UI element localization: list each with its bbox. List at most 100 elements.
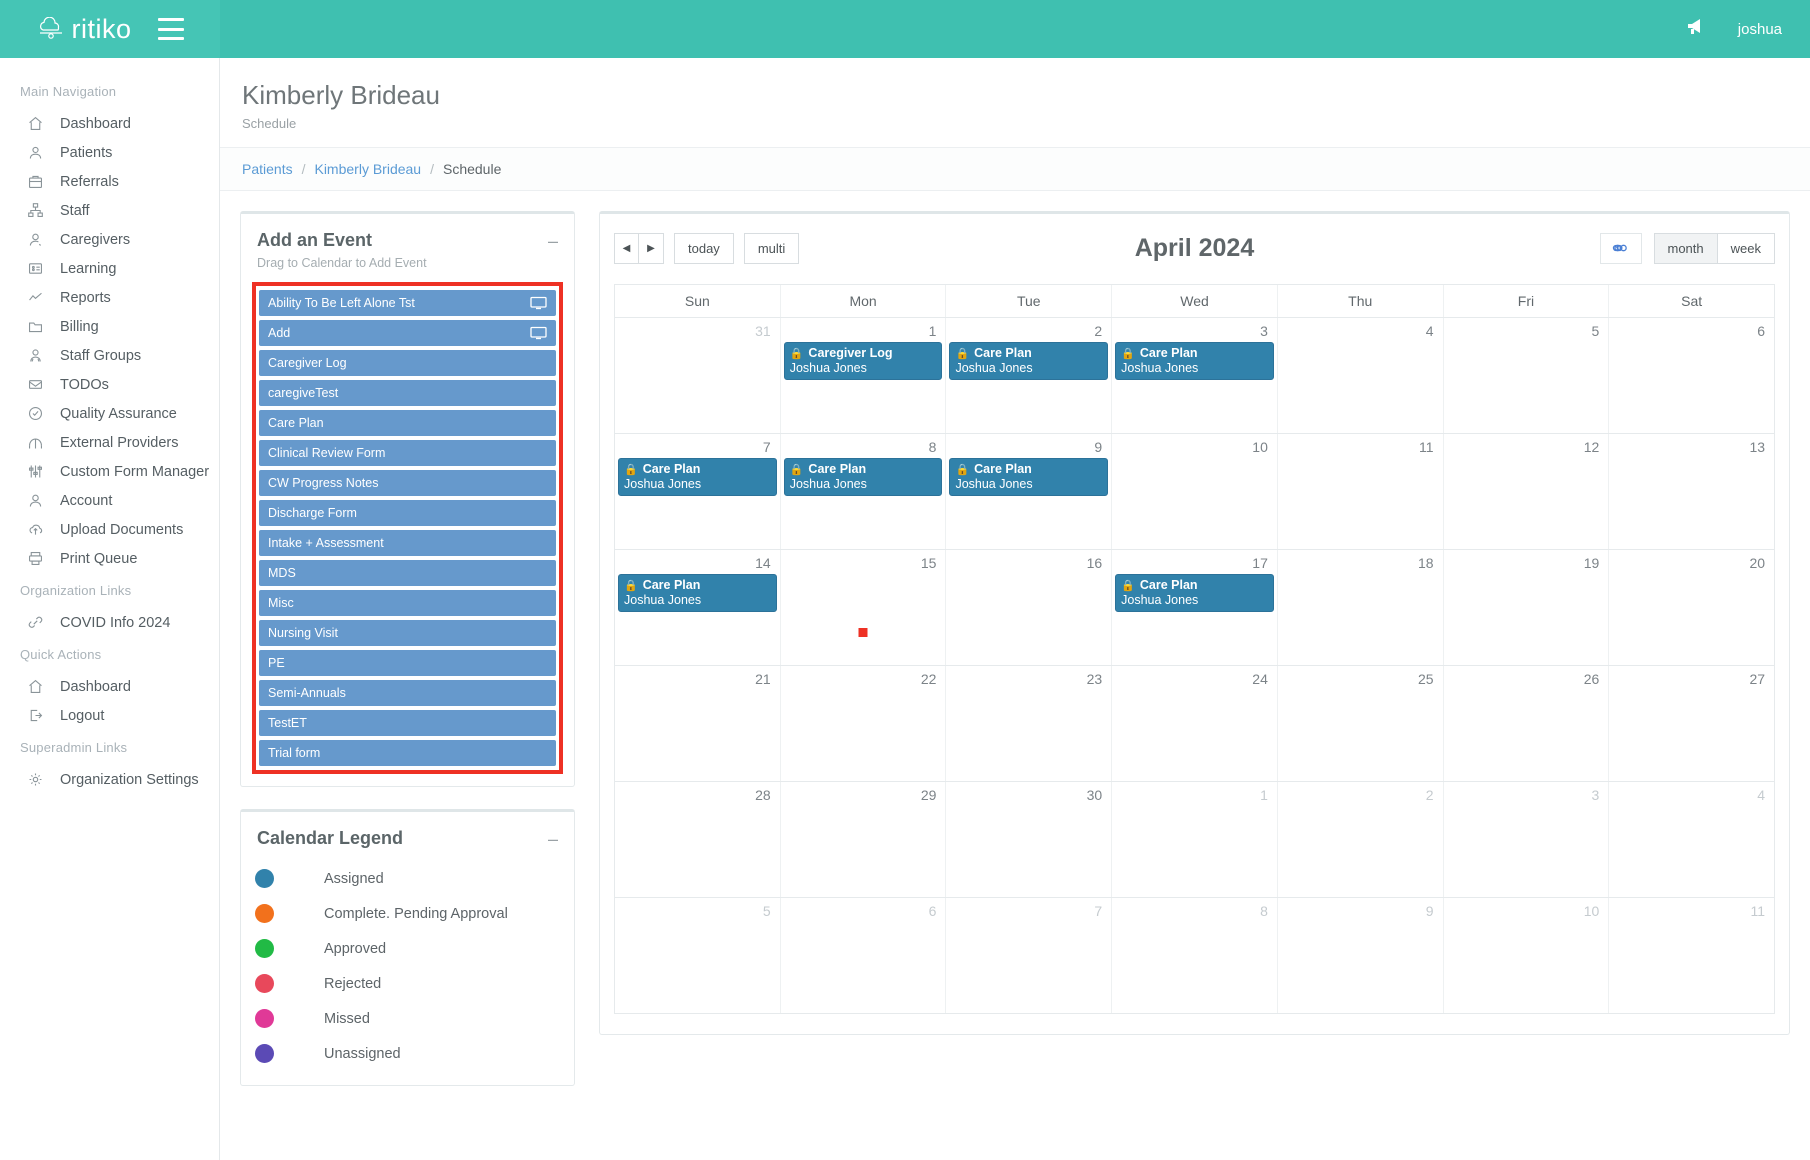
calendar-event[interactable]: 🔒Care PlanJoshua Jones <box>618 458 777 496</box>
calendar-day-cell[interactable]: 21 <box>615 666 780 781</box>
calendar-day-cell[interactable]: 13 <box>1608 434 1774 549</box>
tab-week[interactable]: week <box>1718 233 1775 264</box>
calendar-day-cell[interactable]: 23 <box>945 666 1111 781</box>
event-type-item[interactable]: CW Progress Notes <box>259 470 556 496</box>
sidebar-item-caregivers[interactable]: Caregivers <box>0 225 219 254</box>
event-type-item[interactable]: Care Plan <box>259 410 556 436</box>
calendar-day-cell[interactable]: 27 <box>1608 666 1774 781</box>
calendar-event[interactable]: 🔒Caregiver LogJoshua Jones <box>784 342 943 380</box>
calendar-day-cell[interactable]: 7🔒Care PlanJoshua Jones <box>615 434 780 549</box>
calendar-day-cell[interactable]: 7 <box>945 898 1111 1013</box>
calendar-day-cell[interactable]: 28 <box>615 782 780 897</box>
tab-month[interactable]: month <box>1654 233 1718 264</box>
event-type-item[interactable]: PE <box>259 650 556 676</box>
calendar-day-cell[interactable]: 2 <box>1277 782 1443 897</box>
calendar-event[interactable]: 🔒Care PlanJoshua Jones <box>1115 342 1274 380</box>
calendar-day-cell[interactable]: 25 <box>1277 666 1443 781</box>
calendar-day-cell[interactable]: 1🔒Caregiver LogJoshua Jones <box>780 318 946 433</box>
calendar-event[interactable]: 🔒Care PlanJoshua Jones <box>784 458 943 496</box>
calendar-day-cell[interactable]: 8 <box>1111 898 1277 1013</box>
calendar-day-cell[interactable]: 3🔒Care PlanJoshua Jones <box>1111 318 1277 433</box>
sidebar-item-quality-assurance[interactable]: Quality Assurance <box>0 399 219 428</box>
sidebar-item-dashboard[interactable]: Dashboard <box>0 672 219 701</box>
today-button[interactable]: today <box>674 233 734 264</box>
next-month-button[interactable]: ▶ <box>639 233 664 264</box>
calendar-day-cell[interactable]: 6 <box>1608 318 1774 433</box>
event-type-item[interactable]: Misc <box>259 590 556 616</box>
username-label[interactable]: joshua <box>1738 21 1782 38</box>
sidebar-item-covid-info-2024[interactable]: COVID Info 2024 <box>0 608 219 637</box>
calendar-day-cell[interactable]: 30 <box>945 782 1111 897</box>
sidebar-item-account[interactable]: Account <box>0 486 219 515</box>
breadcrumb-item-patient-name[interactable]: Kimberly Brideau <box>314 161 421 177</box>
calendar-event[interactable]: 🔒Care PlanJoshua Jones <box>949 342 1108 380</box>
calendar-event[interactable]: 🔒Care PlanJoshua Jones <box>949 458 1108 496</box>
breadcrumb-item-patients[interactable]: Patients <box>242 161 293 177</box>
sidebar-item-staff-groups[interactable]: Staff Groups <box>0 341 219 370</box>
event-type-item[interactable]: Clinical Review Form <box>259 440 556 466</box>
calendar-day-cell[interactable]: 20 <box>1608 550 1774 665</box>
sidebar-item-custom-form-manager[interactable]: Custom Form Manager <box>0 457 219 486</box>
sidebar-item-todos[interactable]: TODOs <box>0 370 219 399</box>
calendar-day-cell[interactable]: 17🔒Care PlanJoshua Jones <box>1111 550 1277 665</box>
event-type-item[interactable]: caregiveTest <box>259 380 556 406</box>
event-type-item[interactable]: Trial form <box>259 740 556 766</box>
calendar-day-cell[interactable]: 2🔒Care PlanJoshua Jones <box>945 318 1111 433</box>
event-type-item[interactable]: Semi-Annuals <box>259 680 556 706</box>
calendar-day-cell[interactable]: 24 <box>1111 666 1277 781</box>
calendar-day-cell[interactable]: 5 <box>1443 318 1609 433</box>
calendar-day-cell[interactable]: 19 <box>1443 550 1609 665</box>
calendar-day-cell[interactable]: 12 <box>1443 434 1609 549</box>
calendar-event[interactable]: 🔒Care PlanJoshua Jones <box>1115 574 1274 612</box>
sidebar-item-learning[interactable]: Learning <box>0 254 219 283</box>
sidebar-item-reports[interactable]: Reports <box>0 283 219 312</box>
calendar-day-cell[interactable]: 10 <box>1443 898 1609 1013</box>
calendar-day-cell[interactable]: 1 <box>1111 782 1277 897</box>
collapse-legend-icon[interactable]: – <box>548 830 558 848</box>
calendar-event[interactable]: 🔒Care PlanJoshua Jones <box>618 574 777 612</box>
sidebar-item-patients[interactable]: Patients <box>0 138 219 167</box>
hamburger-icon[interactable] <box>158 18 184 40</box>
sidebar-item-referrals[interactable]: Referrals <box>0 167 219 196</box>
calendar-day-cell[interactable]: 22 <box>780 666 946 781</box>
calendar-day-cell[interactable]: 9 <box>1277 898 1443 1013</box>
calendar-day-cell[interactable]: 18 <box>1277 550 1443 665</box>
calendar-day-cell[interactable]: 29 <box>780 782 946 897</box>
sidebar-item-logout[interactable]: Logout <box>0 701 219 730</box>
calendar-day-cell[interactable]: 8🔒Care PlanJoshua Jones <box>780 434 946 549</box>
calendar-day-cell[interactable]: 5 <box>615 898 780 1013</box>
event-type-item[interactable]: Discharge Form <box>259 500 556 526</box>
prev-month-button[interactable]: ◀ <box>614 233 639 264</box>
collapse-add-event-icon[interactable]: – <box>548 232 558 250</box>
event-type-item[interactable]: Add <box>259 320 556 346</box>
event-type-item[interactable]: Nursing Visit <box>259 620 556 646</box>
event-type-item[interactable]: MDS <box>259 560 556 586</box>
sidebar-item-dashboard[interactable]: Dashboard <box>0 109 219 138</box>
calendar-day-cell[interactable]: 9🔒Care PlanJoshua Jones <box>945 434 1111 549</box>
calendar-day-cell[interactable]: 6 <box>780 898 946 1013</box>
megaphone-icon[interactable] <box>1686 17 1708 41</box>
calendar-day-cell[interactable]: 16 <box>945 550 1111 665</box>
sidebar-item-staff[interactable]: Staff <box>0 196 219 225</box>
calendar-day-cell[interactable]: 4 <box>1608 782 1774 897</box>
calendar-day-cell[interactable]: 15 <box>780 550 946 665</box>
infinity-icon[interactable] <box>1600 233 1642 264</box>
calendar-day-cell[interactable]: 14🔒Care PlanJoshua Jones <box>615 550 780 665</box>
calendar-day-cell[interactable]: 4 <box>1277 318 1443 433</box>
sidebar-item-billing[interactable]: Billing <box>0 312 219 341</box>
logo[interactable]: ritiko <box>36 14 131 45</box>
multi-button[interactable]: multi <box>744 233 799 264</box>
brand-area[interactable]: ritiko <box>0 0 220 58</box>
sidebar-item-upload-documents[interactable]: Upload Documents <box>0 515 219 544</box>
calendar-day-cell[interactable]: 11 <box>1277 434 1443 549</box>
event-type-item[interactable]: TestET <box>259 710 556 736</box>
sidebar-item-external-providers[interactable]: External Providers <box>0 428 219 457</box>
sidebar-item-organization-settings[interactable]: Organization Settings <box>0 765 219 794</box>
calendar-day-cell[interactable]: 10 <box>1111 434 1277 549</box>
event-type-item[interactable]: Ability To Be Left Alone Tst <box>259 290 556 316</box>
calendar-day-cell[interactable]: 26 <box>1443 666 1609 781</box>
calendar-day-cell[interactable]: 11 <box>1608 898 1774 1013</box>
event-type-item[interactable]: Intake + Assessment <box>259 530 556 556</box>
event-type-item[interactable]: Caregiver Log <box>259 350 556 376</box>
calendar-day-cell[interactable]: 31 <box>615 318 780 433</box>
